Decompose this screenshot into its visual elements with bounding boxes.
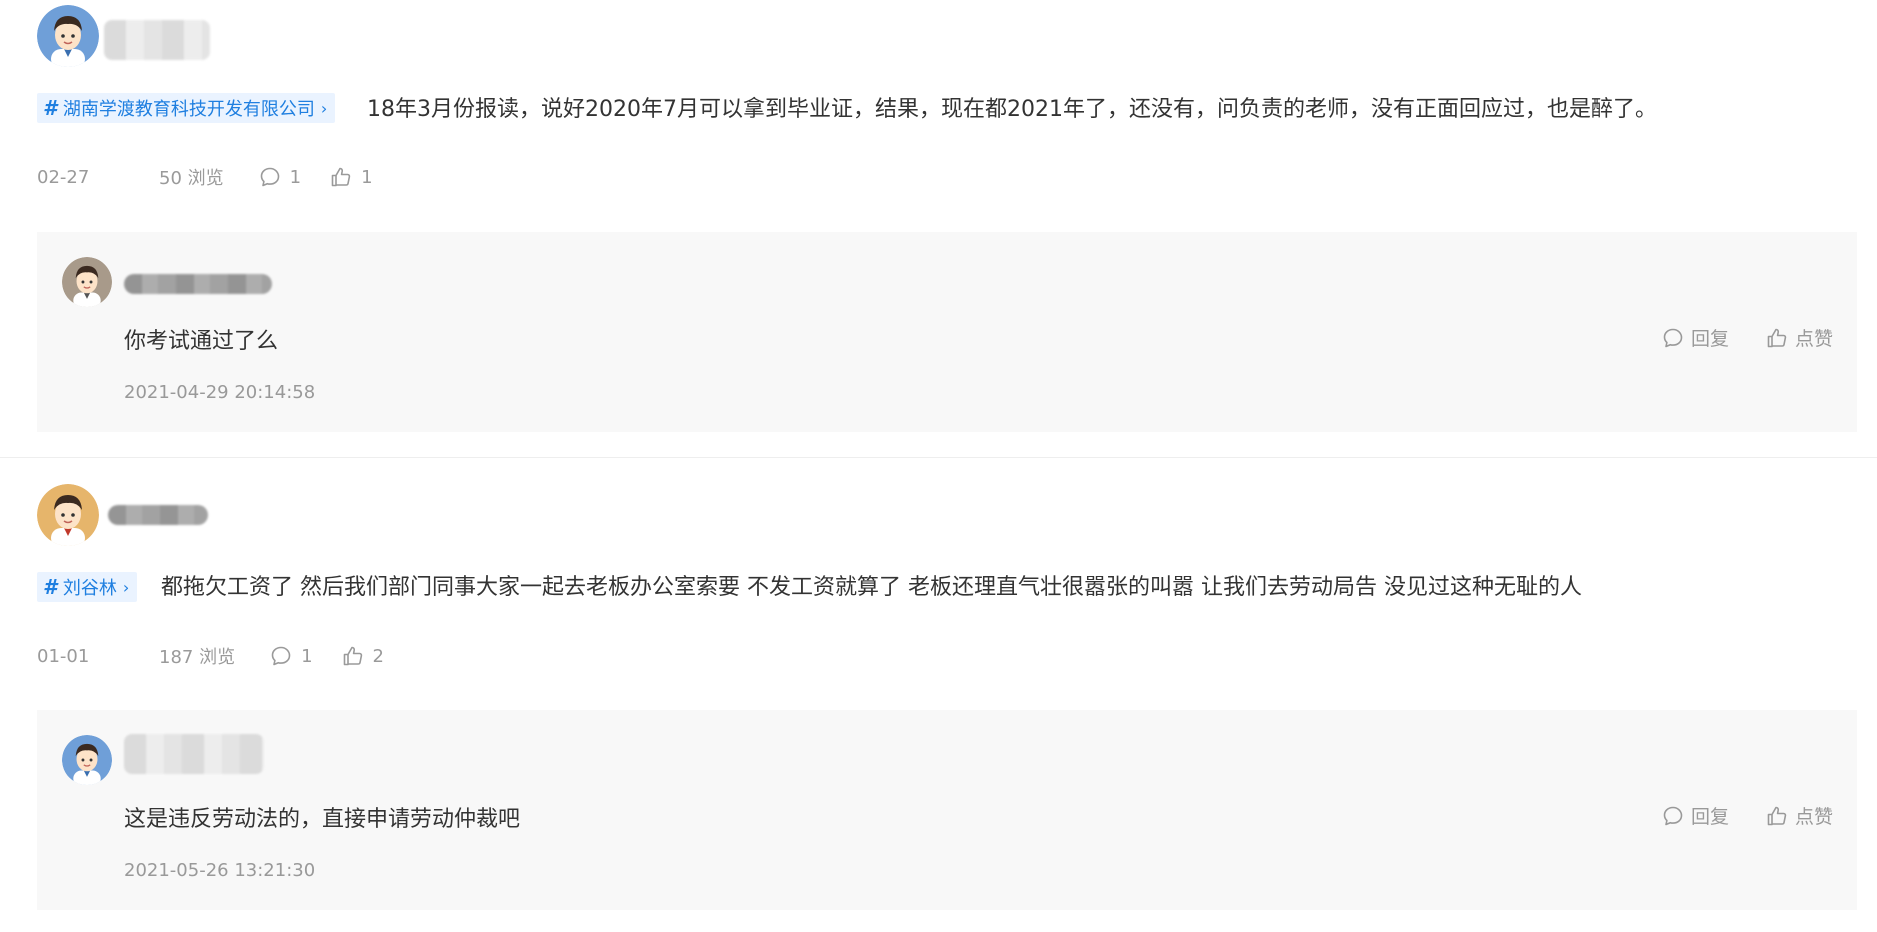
post-date: 01-01	[37, 645, 90, 667]
comment-icon	[260, 167, 279, 187]
reply-like-button[interactable]: 点赞	[1765, 324, 1833, 351]
thumbs-up-icon	[331, 167, 351, 187]
post-item: # 湖南学渡教育科技开发有限公司 › 18年3月份报读，说好2020年7月可以拿…	[0, 0, 1877, 458]
reply-like-button[interactable]: 点赞	[1765, 802, 1833, 829]
username-redacted[interactable]	[104, 20, 210, 60]
reply-card: 你考试通过了么 回复 点赞 2021-04-29 20:14:58	[37, 232, 1857, 432]
user-avatar[interactable]	[37, 484, 99, 546]
post-meta: 02-27 50 浏览 1 1	[37, 164, 401, 190]
post-date: 02-27	[37, 166, 90, 188]
company-tag-label: 湖南学渡教育科技开发有限公司	[62, 99, 315, 120]
reply-button[interactable]: 回复	[1661, 802, 1729, 829]
chevron-right-icon: ›	[320, 98, 328, 118]
thumbs-up-icon	[343, 646, 362, 666]
user-avatar[interactable]	[37, 5, 99, 67]
reply-username-redacted[interactable]	[124, 734, 264, 774]
comment-button[interactable]: 1	[269, 644, 313, 668]
comment-icon	[1663, 328, 1683, 347]
post-text: 都拖欠工资了 然后我们部门同事大家一起去老板办公室索要 不发工资就算了 老板还理…	[161, 575, 1582, 600]
comment-count: 1	[301, 645, 313, 667]
company-tag[interactable]: # 刘谷林 ›	[37, 572, 138, 602]
reply-username-redacted[interactable]	[124, 274, 272, 294]
reply-timestamp: 2021-04-29 20:14:58	[124, 382, 316, 403]
reply-timestamp: 2021-05-26 13:21:30	[124, 860, 316, 881]
reply-actions: 回复 点赞	[1625, 324, 1833, 351]
reply-avatar[interactable]	[62, 735, 112, 785]
reply-actions: 回复 点赞	[1625, 802, 1833, 829]
avatar-icon	[37, 484, 99, 546]
post-item: # 刘谷林 › 都拖欠工资了 然后我们部门同事大家一起去老板办公室索要 不发工资…	[0, 459, 1877, 932]
reply-text: 你考试通过了么	[124, 329, 279, 354]
company-tag-label: 刘谷林	[62, 578, 117, 599]
like-count: 1	[361, 166, 373, 188]
thumbs-up-icon	[1767, 328, 1787, 347]
like-count: 2	[372, 645, 384, 667]
reply-button[interactable]: 回复	[1661, 324, 1729, 351]
comment-count: 1	[289, 166, 302, 188]
reply-button-label: 回复	[1690, 328, 1729, 350]
like-button[interactable]: 2	[341, 644, 384, 668]
reply-text: 这是违反劳动法的，直接申请劳动仲裁吧	[124, 807, 521, 832]
hashtag-icon: #	[43, 575, 57, 599]
reply-like-label: 点赞	[1794, 328, 1833, 350]
view-count: 187 浏览	[159, 647, 236, 668]
view-count: 50 浏览	[159, 168, 224, 189]
reply-like-label: 点赞	[1794, 806, 1833, 828]
thumbs-up-icon	[1767, 806, 1787, 825]
company-tag[interactable]: # 湖南学渡教育科技开发有限公司 ›	[37, 93, 336, 123]
avatar-icon	[62, 257, 112, 307]
comment-button[interactable]: 1	[258, 165, 301, 189]
like-button[interactable]: 1	[329, 165, 373, 189]
username-redacted[interactable]	[108, 505, 208, 525]
post-text: 18年3月份报读，说好2020年7月可以拿到毕业证，结果，现在都2021年了，还…	[367, 97, 1657, 122]
avatar-icon	[37, 5, 99, 67]
comment-icon	[271, 646, 291, 666]
chevron-right-icon: ›	[122, 577, 130, 597]
reply-button-label: 回复	[1690, 806, 1729, 828]
avatar-icon	[62, 735, 112, 785]
reply-avatar[interactable]	[62, 257, 112, 307]
post-meta: 01-01 187 浏览 1 2	[37, 643, 412, 669]
comment-icon	[1663, 806, 1683, 825]
reply-card: 这是违反劳动法的，直接申请劳动仲裁吧 回复 点赞 2021-05-26 13:2…	[37, 710, 1857, 910]
hashtag-icon: #	[43, 96, 57, 120]
